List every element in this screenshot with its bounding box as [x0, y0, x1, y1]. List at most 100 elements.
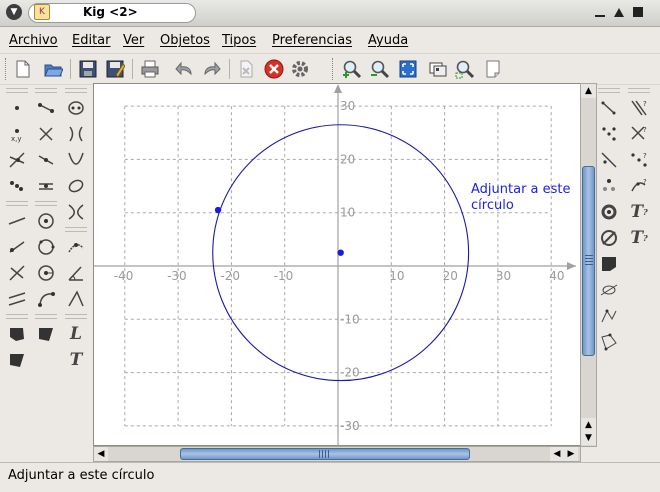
palette-grip[interactable]: [6, 201, 28, 206]
zoom-in-icon[interactable]: [340, 57, 364, 81]
palette-grip[interactable]: [35, 88, 57, 93]
maximize-icon[interactable]: [612, 5, 626, 19]
menu-ver[interactable]: Ver: [123, 33, 144, 48]
save-as-icon[interactable]: [103, 57, 127, 81]
window-menu-button[interactable]: ▼: [6, 4, 22, 20]
horizontal-scrollbar[interactable]: ◀ ◀ ▶: [93, 446, 581, 462]
ray-icon[interactable]: [6, 236, 28, 258]
menu-ayuda[interactable]: Ayuda: [368, 33, 408, 48]
ellipse-icon[interactable]: [65, 175, 87, 197]
open-folder-icon[interactable]: [41, 57, 65, 81]
label-icon[interactable]: L: [65, 323, 87, 345]
scroll-left-arrow-right[interactable]: ◀: [550, 447, 564, 461]
delete-icon[interactable]: [234, 57, 258, 81]
zoom-out-icon[interactable]: [368, 57, 392, 81]
polygon-icon[interactable]: [6, 323, 28, 345]
circle-by-center-icon[interactable]: [35, 210, 57, 232]
text-label-test-icon[interactable]: T?: [628, 227, 650, 249]
circle-point-radius-icon[interactable]: [35, 262, 57, 284]
point-icon[interactable]: [6, 97, 28, 119]
save-icon[interactable]: [76, 57, 100, 81]
new-document-icon[interactable]: [11, 57, 35, 81]
affinity-icon[interactable]: [598, 305, 620, 327]
projectivity-icon[interactable]: [598, 331, 620, 353]
parallel-icon[interactable]: [6, 288, 28, 310]
points-icon[interactable]: [6, 175, 28, 197]
rotation-icon[interactable]: [598, 201, 620, 223]
menu-editar[interactable]: Editar: [72, 33, 111, 48]
menu-tipos[interactable]: Tipos: [222, 33, 256, 48]
orthogonal-test-icon[interactable]: ?: [628, 123, 650, 145]
palette-grip[interactable]: [65, 227, 87, 232]
segment-midpoint-icon[interactable]: [35, 149, 57, 171]
undo-icon[interactable]: [172, 57, 196, 81]
triangle-icon[interactable]: [6, 349, 28, 371]
circle-by-three-points-icon[interactable]: [35, 236, 57, 258]
cancel-icon[interactable]: [262, 57, 286, 81]
harmonic-homology-icon[interactable]: [598, 279, 620, 301]
drawing-canvas[interactable]: -40 -30 -20 -10 10 20 30 40 30 20 10 -10 -20 -30 Adjun…: [93, 83, 581, 446]
scroll-right-arrow[interactable]: ▶: [564, 447, 578, 461]
menu-preferencias[interactable]: Preferencias: [272, 33, 352, 48]
toolbar-grip[interactable]: [332, 58, 335, 80]
palette-grip[interactable]: [6, 314, 28, 319]
line-icon[interactable]: [6, 210, 28, 232]
filled-polygon-icon[interactable]: [35, 323, 57, 345]
palette-grip[interactable]: [628, 88, 650, 93]
horizontal-scroll-thumb[interactable]: [180, 448, 470, 460]
menu-objetos[interactable]: Objetos: [160, 33, 210, 48]
locus-icon[interactable]: [65, 236, 87, 258]
point-by-coords-icon[interactable]: x,y: [6, 123, 28, 145]
palette-grip[interactable]: [35, 201, 57, 206]
perpendicular-icon[interactable]: [6, 262, 28, 284]
palette-grip[interactable]: [598, 88, 620, 93]
arc-icon[interactable]: [35, 288, 57, 310]
point-reflection-icon[interactable]: [598, 149, 620, 171]
filled-shape-icon[interactable]: [598, 253, 620, 275]
scroll-up-arrow[interactable]: ▲: [581, 84, 596, 98]
print-icon[interactable]: [138, 57, 162, 81]
vertical-scroll-thumb[interactable]: [582, 166, 595, 356]
radius-point-point[interactable]: [214, 206, 222, 214]
parabola-icon[interactable]: [65, 149, 87, 171]
text-label-icon[interactable]: T: [65, 349, 87, 371]
vector-sum-icon[interactable]: [35, 175, 57, 197]
close-icon[interactable]: [631, 5, 645, 19]
redo-icon[interactable]: [200, 57, 224, 81]
text-test-icon[interactable]: T?: [628, 201, 650, 223]
measure-icon[interactable]: [65, 288, 87, 310]
angle-bisector-icon[interactable]: [35, 123, 57, 145]
toolbar-grip[interactable]: [5, 58, 8, 80]
full-screen-icon[interactable]: [426, 57, 450, 81]
fit-to-page-icon[interactable]: [396, 57, 420, 81]
parallel-test-icon[interactable]: ?: [628, 97, 650, 119]
scroll-left-arrow[interactable]: ◀: [94, 447, 108, 461]
vertical-scrollbar[interactable]: ▲ ▲ ▼: [580, 83, 597, 447]
line-reflection-icon[interactable]: [598, 175, 620, 197]
translation-icon[interactable]: [598, 123, 620, 145]
run-macro-icon[interactable]: [288, 57, 312, 81]
palette-grip[interactable]: [65, 88, 87, 93]
x-tick-label: 30: [496, 269, 511, 283]
scroll-up-arrow-bottom[interactable]: ▲: [581, 418, 596, 432]
menu-archivo[interactable]: Archivo: [9, 33, 58, 48]
scale-icon[interactable]: [598, 227, 620, 249]
angle-icon[interactable]: [65, 262, 87, 284]
hyperbola-icon[interactable]: [65, 123, 87, 145]
conic-icon[interactable]: [65, 97, 87, 119]
palette-grip[interactable]: [65, 314, 87, 319]
cubic-icon[interactable]: [65, 201, 87, 223]
palette-grip[interactable]: [35, 314, 57, 319]
segment-icon[interactable]: [35, 97, 57, 119]
minimize-icon[interactable]: [593, 5, 607, 19]
vector-icon[interactable]: [598, 97, 620, 119]
window-title: Kig <2>: [83, 5, 138, 19]
intersection-icon[interactable]: [6, 149, 28, 171]
center-point[interactable]: [337, 249, 344, 256]
contains-test-icon[interactable]: ?: [628, 175, 650, 197]
palette-grip[interactable]: [6, 88, 28, 93]
scroll-down-arrow[interactable]: ▼: [581, 431, 596, 445]
collinear-test-icon[interactable]: ?: [628, 149, 650, 171]
zoom-area-icon[interactable]: [453, 57, 477, 81]
script-icon[interactable]: [481, 57, 505, 81]
